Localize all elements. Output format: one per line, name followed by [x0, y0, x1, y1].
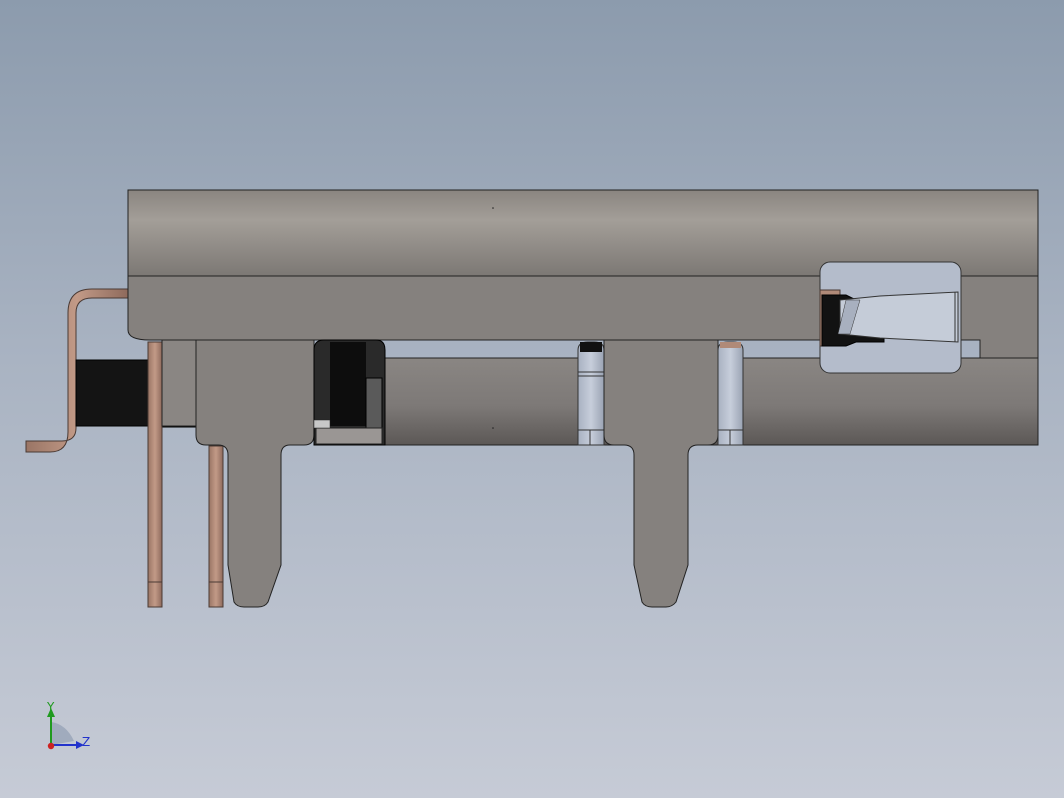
cad-viewport[interactable]: Y Z: [0, 0, 1064, 798]
section-window[interactable]: [819, 261, 962, 374]
surface-mark: [492, 427, 494, 429]
axis-triad: Y Z: [46, 700, 90, 750]
right-pin[interactable]: [717, 341, 744, 446]
middle-pin[interactable]: [577, 341, 605, 446]
copper-pin-1[interactable]: [147, 341, 163, 608]
center-insulator[interactable]: [313, 339, 386, 446]
copper-pin-2[interactable]: [208, 445, 224, 608]
triad-plane: [51, 722, 74, 745]
right-mounting-peg[interactable]: [603, 339, 719, 608]
y-axis-label: Y: [46, 700, 55, 714]
origin-dot: [47, 742, 55, 750]
surface-mark: [492, 207, 494, 209]
model-scene[interactable]: Y Z: [0, 0, 1064, 798]
z-axis-label: Z: [82, 735, 90, 749]
left-flange[interactable]: [161, 339, 197, 427]
